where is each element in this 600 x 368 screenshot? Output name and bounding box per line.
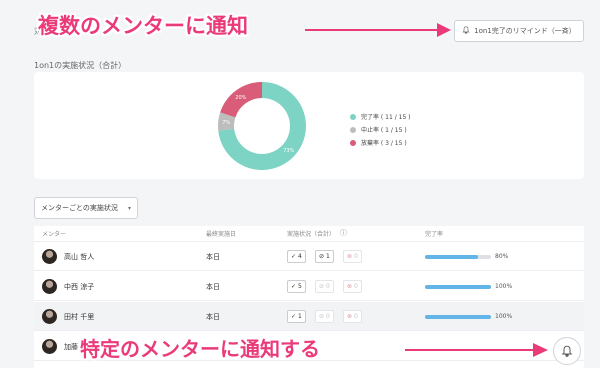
stopped-count: 0 [326, 313, 330, 320]
remind-all-label: 1on1完了のリマインド（一斉） [474, 27, 576, 35]
annotation-top: 複数のメンターに通知 [38, 14, 248, 38]
mentor-name[interactable]: 中西 涼子 [64, 282, 94, 292]
legend-item: 放棄率 ( 3 / 15 ) [350, 136, 411, 149]
bell-icon [561, 342, 573, 361]
notify-mentor-button[interactable] [553, 337, 581, 365]
completion-rate: 100% [495, 313, 513, 320]
last-date: 本日 [206, 313, 220, 321]
progress-fill [425, 255, 478, 259]
legend-label: 放棄率 ( 3 / 15 ) [361, 140, 407, 147]
status-done: ✓ 1 [287, 310, 306, 323]
legend-swatch [350, 113, 356, 120]
done-count: 4 [298, 253, 302, 260]
check-icon: ✓ [291, 313, 297, 320]
remind-all-button[interactable]: 1on1完了のリマインド（一斉） [454, 20, 584, 42]
donut-chart: 73% 7% 20% [218, 82, 306, 170]
done-count: 5 [298, 283, 302, 290]
slash-circle-icon: ⊘ [319, 283, 325, 290]
status-stopped: ⊘ 1 [315, 250, 334, 263]
legend-label: 完了率 ( 11 / 15 ) [361, 114, 411, 121]
chevron-down-icon: ▾ [127, 204, 131, 212]
stopped-count: 0 [326, 283, 330, 290]
col-status: 実施状況（合計） [287, 231, 336, 238]
completion-rate: 100% [495, 283, 513, 290]
chart-legend: 完了率 ( 11 / 15 ) 中止率 ( 1 / 15 ) 放棄率 ( 3 / 1… [350, 110, 411, 149]
skipped-count: 0 [354, 253, 358, 260]
progress-bar [425, 255, 491, 259]
progress-bar [425, 315, 491, 319]
donut-slice-label-1: 7% [222, 120, 230, 126]
progress-fill [425, 315, 491, 319]
status-skipped: ⊗ 0 [343, 250, 362, 263]
slash-circle-icon: ⊘ [319, 253, 325, 260]
legend-label: 中止率 ( 1 / 15 ) [361, 127, 407, 134]
question-circle-icon[interactable]: ⓘ [340, 228, 347, 238]
avatar [42, 339, 57, 354]
legend-swatch [350, 126, 356, 133]
stopped-count: 1 [326, 253, 330, 260]
status-stopped: ⊘ 0 [315, 280, 334, 293]
cancel-circle-icon: ⊗ [347, 253, 353, 260]
mentor-name[interactable]: 高山 哲人 [64, 252, 94, 262]
col-last-date: 最終実施日 [206, 231, 237, 238]
donut-slice-label-2: 20% [235, 95, 246, 101]
legend-item: 完了率 ( 11 / 15 ) [350, 110, 411, 123]
legend-item: 中止率 ( 1 / 15 ) [350, 123, 411, 136]
table-header: メンター 最終実施日 実施状況（合計） ⓘ 完了率 [34, 226, 584, 242]
check-icon: ✓ [291, 283, 297, 290]
legend-swatch [350, 139, 356, 146]
mentor-name[interactable]: 加藤 [64, 342, 78, 352]
summary-chart-card: 73% 7% 20% 完了率 ( 11 / 15 ) 中止率 ( 1 / 15 ) 放棄… [34, 72, 584, 179]
summary-title: 1on1の実施状況（合計） [34, 61, 127, 70]
table-row[interactable]: 高山 哲人 本日 ✓ 4 ⊘ 1 ⊗ 0 80% [34, 242, 584, 271]
dropdown-label: メンターごとの実施状況 [41, 204, 118, 212]
mentor-filter-dropdown[interactable]: メンターごとの実施状況 ▾ [34, 197, 138, 219]
status-stopped: ⊘ 0 [315, 310, 334, 323]
bell-icon [462, 26, 470, 36]
last-date: 本日 [206, 283, 220, 291]
progress-bar [425, 285, 491, 289]
completion-rate: 80% [495, 253, 509, 260]
slash-circle-icon: ⊘ [319, 313, 325, 320]
skipped-count: 0 [354, 313, 358, 320]
status-skipped: ⊗ 0 [343, 310, 362, 323]
avatar [42, 249, 57, 264]
status-done: ✓ 4 [287, 250, 306, 263]
avatar [42, 279, 57, 294]
donut-slice-label-0: 73% [283, 148, 294, 154]
check-icon: ✓ [291, 253, 297, 260]
page: 対 1on1完了のリマインド（一斉） 1on1の実施状況（合計） 73% 7% 20… [0, 0, 600, 368]
avatar [42, 309, 57, 324]
col-mentor: メンター [42, 231, 67, 238]
mentor-name[interactable]: 田村 千里 [64, 312, 94, 322]
progress-fill [425, 285, 491, 289]
table-row[interactable]: 田村 千里 本日 ✓ 1 ⊘ 0 ⊗ 0 100% [34, 302, 584, 331]
cancel-circle-icon: ⊗ [347, 283, 353, 290]
arrow-right-icon [305, 23, 451, 37]
status-done: ✓ 5 [287, 280, 306, 293]
skipped-count: 0 [354, 283, 358, 290]
last-date: 本日 [206, 253, 220, 261]
annotation-bottom: 特定のメンターに通知する [80, 337, 320, 361]
col-rate: 完了率 [425, 231, 444, 238]
status-skipped: ⊗ 0 [343, 280, 362, 293]
arrow-right-icon [405, 343, 548, 357]
table-row[interactable]: 中西 涼子 本日 ✓ 5 ⊘ 0 ⊗ 0 100% [34, 272, 584, 301]
done-count: 1 [298, 313, 302, 320]
cancel-circle-icon: ⊗ [347, 313, 353, 320]
